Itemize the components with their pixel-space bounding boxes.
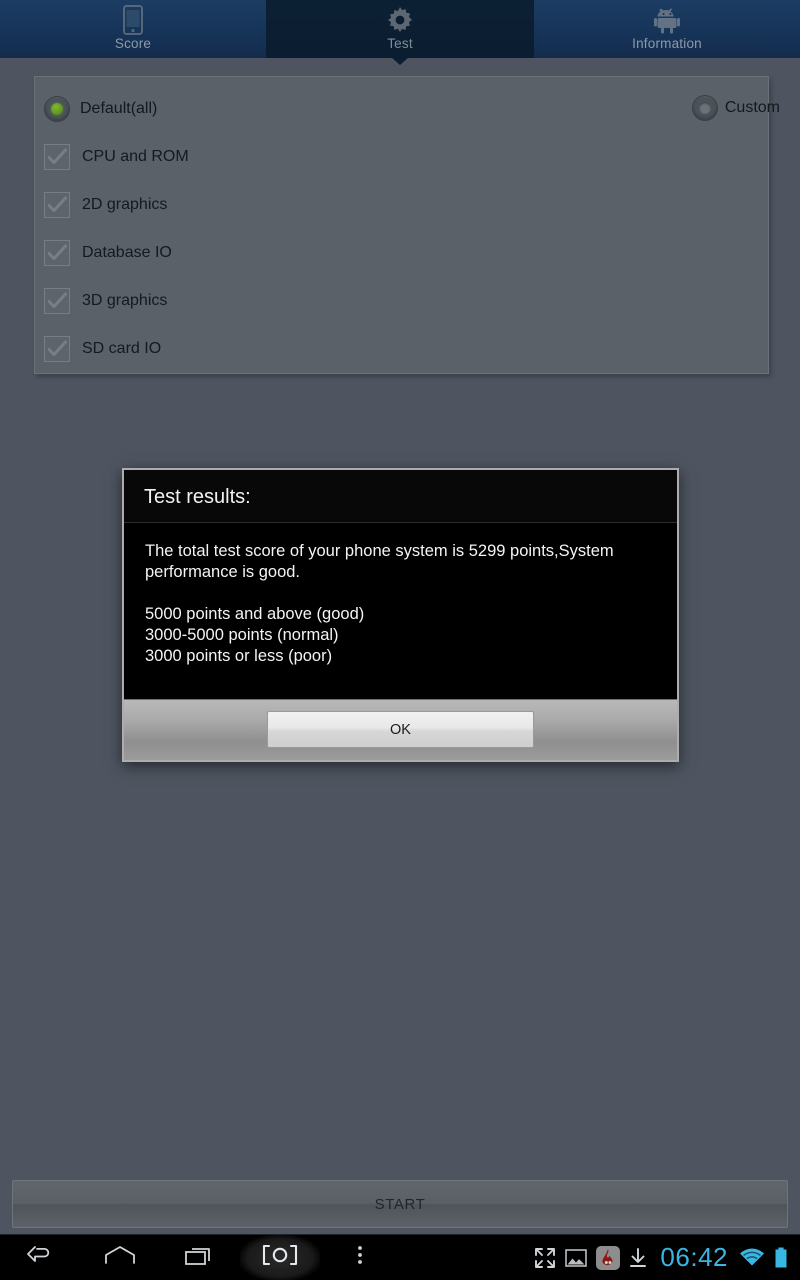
option-cpu-and-rom[interactable]: CPU and ROM xyxy=(35,133,768,181)
test-results-dialog: Test results: The total test score of yo… xyxy=(122,468,679,762)
option-3d-graphics[interactable]: 3D graphics xyxy=(35,277,768,325)
phone-icon xyxy=(116,5,150,35)
option-sd-card-io[interactable]: SD card IO xyxy=(35,325,768,373)
test-options-card: Default(all) CPU and ROM 2D graphics Dat… xyxy=(34,76,769,374)
screenshot-button[interactable] xyxy=(240,1234,320,1280)
tab-label-information: Information xyxy=(632,36,702,51)
nav-buttons-group xyxy=(0,1234,400,1280)
checkbox-database-io[interactable] xyxy=(44,240,70,266)
label-custom: Custom xyxy=(724,99,780,116)
dialog-legend-good: 5000 points and above (good) xyxy=(145,605,365,623)
label-cpu-and-rom: CPU and ROM xyxy=(82,148,189,165)
option-custom[interactable]: Custom xyxy=(691,95,780,121)
label-default-all: Default(all) xyxy=(80,100,158,117)
screen-root: Score Test Information Default(all) CPU … xyxy=(0,0,800,1280)
overflow-menu-button[interactable] xyxy=(320,1235,400,1280)
dialog-title: Test results: xyxy=(124,470,677,523)
screenshot-capture-icon xyxy=(260,1243,300,1272)
recents-icon xyxy=(184,1243,216,1272)
back-icon xyxy=(25,1244,55,1271)
label-3d-graphics: 3D graphics xyxy=(82,292,168,309)
start-button[interactable]: START xyxy=(12,1180,788,1228)
dialog-body: The total test score of your phone syste… xyxy=(124,523,677,699)
tab-test[interactable]: Test xyxy=(267,0,534,65)
checkbox-sd-card-io[interactable] xyxy=(44,336,70,362)
radio-dot xyxy=(698,102,711,114)
fullscreen-icon[interactable] xyxy=(534,1247,556,1269)
status-icons-group: 06:42 xyxy=(534,1235,800,1280)
option-default-all[interactable]: Default(all) xyxy=(35,85,768,133)
dialog-summary-text: The total test score of your phone syste… xyxy=(145,542,614,581)
dialog-footer: OK xyxy=(124,699,677,760)
tab-label-test: Test xyxy=(387,36,413,51)
flame-app-icon[interactable] xyxy=(596,1245,621,1270)
checkbox-2d-graphics[interactable] xyxy=(44,192,70,218)
radio-default-all[interactable] xyxy=(44,96,70,122)
option-database-io[interactable]: Database IO xyxy=(35,229,768,277)
label-2d-graphics: 2D graphics xyxy=(82,196,168,213)
checkbox-cpu-and-rom[interactable] xyxy=(44,144,70,170)
image-icon[interactable] xyxy=(565,1248,588,1268)
wifi-icon[interactable] xyxy=(739,1248,765,1268)
download-icon[interactable] xyxy=(629,1247,647,1268)
option-2d-graphics[interactable]: 2D graphics xyxy=(35,181,768,229)
system-navigation-bar: 06:42 xyxy=(0,1234,800,1280)
recent-apps-button[interactable] xyxy=(160,1235,240,1280)
overflow-menu-icon xyxy=(356,1243,364,1272)
home-icon xyxy=(104,1244,136,1271)
battery-icon[interactable] xyxy=(774,1247,788,1269)
status-clock: 06:42 xyxy=(660,1242,728,1272)
checkbox-3d-graphics[interactable] xyxy=(44,288,70,314)
gear-icon xyxy=(383,5,417,35)
label-sd-card-io: SD card IO xyxy=(82,340,162,357)
dialog-body-spacer xyxy=(145,583,657,604)
tab-information[interactable]: Information xyxy=(534,0,800,58)
radio-custom[interactable] xyxy=(691,95,718,121)
android-robot-icon xyxy=(650,5,684,35)
top-tab-bar: Score Test Information xyxy=(0,0,800,65)
ok-button[interactable]: OK xyxy=(267,711,534,748)
tab-score[interactable]: Score xyxy=(0,0,267,58)
back-button[interactable] xyxy=(0,1235,80,1280)
home-button[interactable] xyxy=(80,1235,160,1280)
label-database-io: Database IO xyxy=(82,244,172,261)
dialog-legend-poor: 3000 points or less (poor) xyxy=(145,647,333,665)
dialog-legend-normal: 3000-5000 points (normal) xyxy=(145,626,339,644)
radio-dot xyxy=(51,103,63,115)
tab-label-score: Score xyxy=(114,36,152,51)
